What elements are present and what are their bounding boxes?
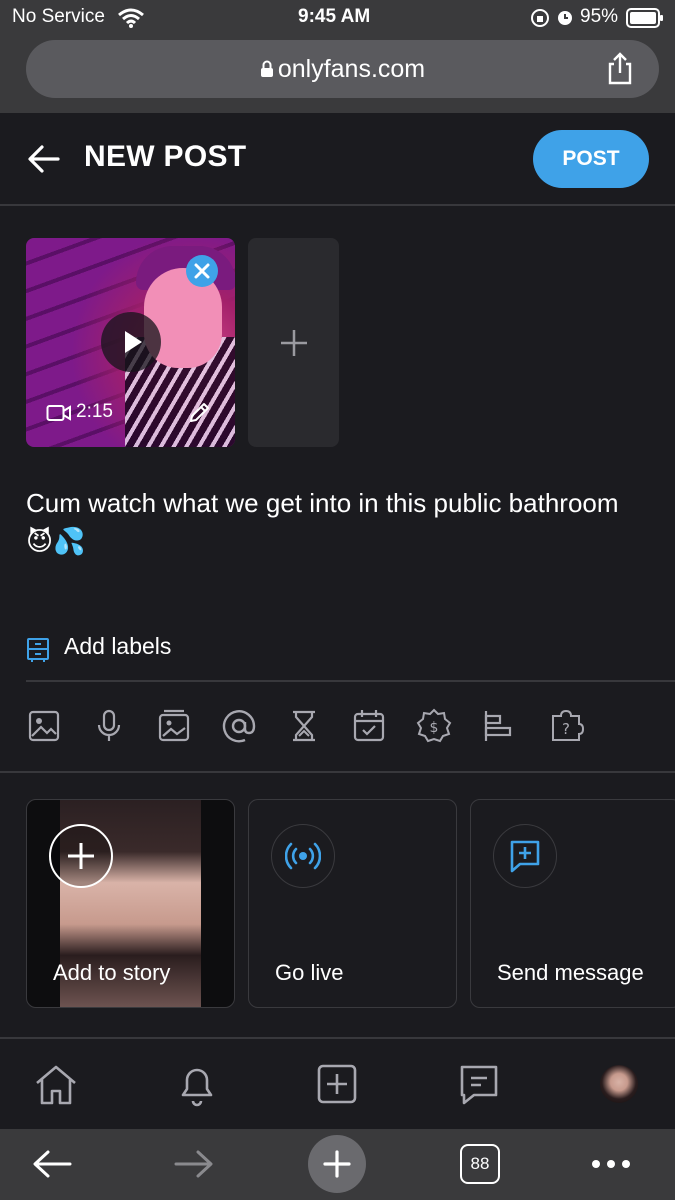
- avatar[interactable]: [600, 1065, 638, 1103]
- add-story-button[interactable]: [49, 824, 113, 888]
- close-icon: [186, 263, 218, 291]
- add-to-story-card[interactable]: Add to story: [26, 799, 235, 1008]
- tabs-count-button[interactable]: 88: [460, 1144, 500, 1184]
- address-bar[interactable]: onlyfans.com: [26, 40, 659, 98]
- plus-icon: [279, 328, 309, 363]
- send-message-label: Send message: [497, 960, 644, 985]
- image-icon[interactable]: [26, 708, 62, 744]
- go-live-card[interactable]: Go live: [248, 799, 457, 1008]
- calendar-icon[interactable]: [351, 708, 387, 744]
- back-arrow-icon[interactable]: [28, 144, 60, 179]
- mention-icon[interactable]: [221, 708, 257, 744]
- add-to-story-label: Add to story: [53, 960, 171, 985]
- edit-pencil-icon[interactable]: [188, 400, 212, 429]
- toolbar-divider: [0, 771, 675, 773]
- send-message-card[interactable]: Send message: [470, 799, 675, 1008]
- go-live-label: Go live: [275, 960, 344, 985]
- post-button[interactable]: POST: [533, 130, 649, 188]
- wifi-icon: [117, 8, 145, 33]
- clock-time: 9:45 AM: [298, 6, 371, 27]
- share-icon[interactable]: [605, 52, 635, 91]
- bottom-navigation: [0, 1037, 675, 1131]
- more-options-icon[interactable]: [590, 1157, 632, 1175]
- new-post-icon[interactable]: [316, 1063, 358, 1110]
- battery-percent: 95%: [580, 6, 619, 27]
- browser-toolbar: 88: [0, 1129, 675, 1200]
- browser-forward-icon[interactable]: [174, 1149, 214, 1184]
- remove-media-button[interactable]: [186, 255, 218, 287]
- broadcast-icon: [284, 838, 322, 879]
- poll-icon[interactable]: [481, 708, 517, 744]
- carrier-label: No Service: [12, 6, 105, 27]
- post-text[interactable]: Cum watch what we get into in this publi…: [26, 484, 646, 560]
- play-button[interactable]: [101, 312, 161, 372]
- labels-icon[interactable]: [26, 637, 50, 668]
- message-add-icon: [508, 838, 542, 879]
- svg-text:?: ?: [562, 720, 570, 738]
- alarm-icon: [555, 7, 575, 32]
- lock-icon: [260, 41, 274, 99]
- plus-icon: [323, 1150, 351, 1178]
- header-divider: [0, 204, 675, 206]
- gallery-icon[interactable]: [156, 708, 192, 744]
- microphone-icon[interactable]: [91, 708, 127, 744]
- labels-divider: [26, 680, 675, 682]
- url-text: onlyfans.com: [277, 55, 426, 83]
- video-camera-icon: [46, 403, 72, 428]
- messages-icon[interactable]: [458, 1063, 500, 1112]
- orientation-lock-icon: [530, 8, 550, 33]
- new-tab-button[interactable]: [308, 1135, 366, 1193]
- browser-chrome-top: No Service 9:45 AM 95% onlyfans.com: [0, 0, 675, 113]
- price-tag-icon[interactable]: $: [416, 708, 452, 744]
- browser-back-icon[interactable]: [32, 1149, 72, 1184]
- svg-text:$: $: [430, 720, 439, 736]
- video-duration: 2:15: [76, 401, 113, 422]
- battery-icon: [626, 8, 664, 33]
- quiz-icon[interactable]: ?: [549, 708, 585, 744]
- add-labels-link[interactable]: Add labels: [64, 633, 171, 660]
- notifications-bell-icon[interactable]: [175, 1061, 219, 1112]
- add-media-button[interactable]: [248, 238, 339, 447]
- hourglass-icon[interactable]: [286, 708, 322, 744]
- page-title: NEW POST: [84, 140, 247, 173]
- home-icon[interactable]: [33, 1063, 79, 1112]
